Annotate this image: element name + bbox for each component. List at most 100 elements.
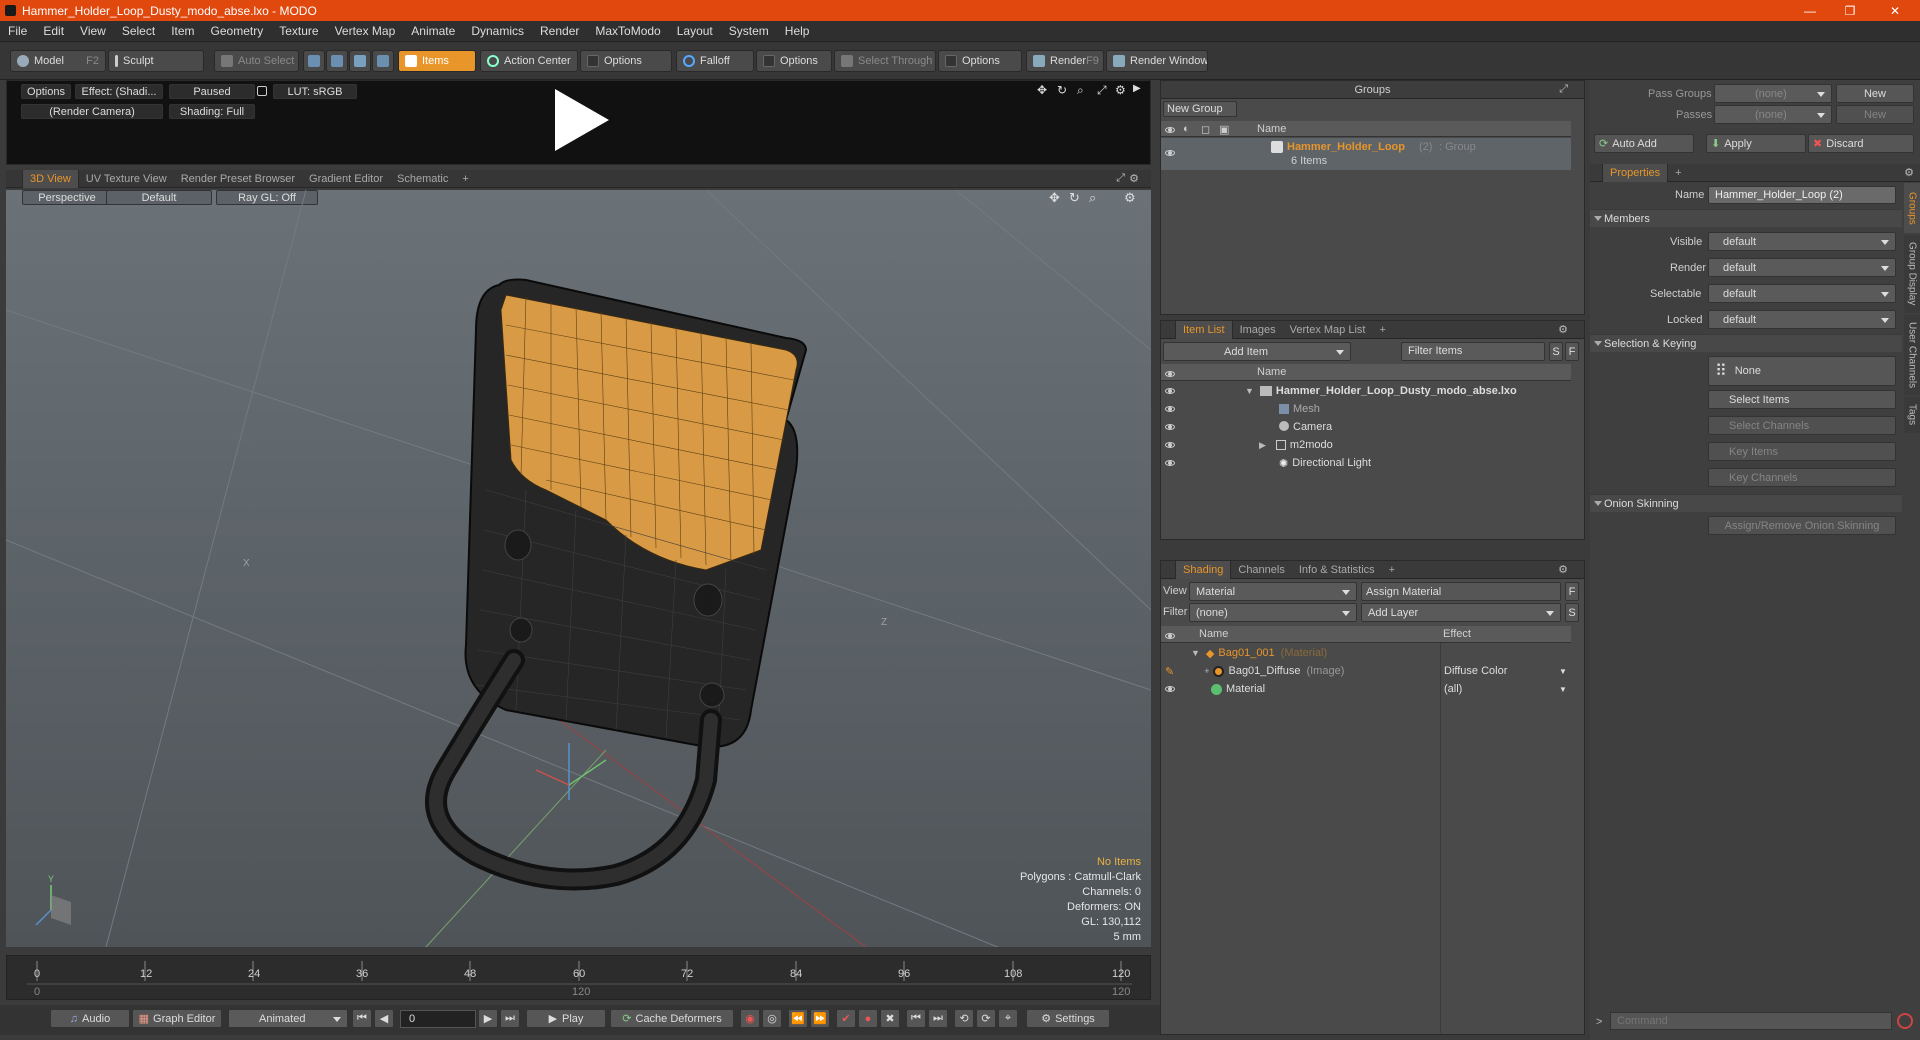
group-row[interactable]: Hammer_Holder_Loop (2) : Group 6 Items xyxy=(1161,138,1571,170)
groups-maximize-icon[interactable]: ⤢ xyxy=(1559,83,1568,96)
go-start-button[interactable]: ⏮ xyxy=(352,1009,372,1028)
tab-channels[interactable]: Channels xyxy=(1231,561,1291,579)
menu-vertex-map[interactable]: Vertex Map xyxy=(327,24,404,38)
properties-gear-icon[interactable]: ⚙ xyxy=(1904,166,1914,179)
auto-key-icon[interactable]: ◎ xyxy=(762,1009,782,1028)
onion-skinning-section[interactable]: Onion Skinning xyxy=(1590,494,1902,512)
shading-gear-icon[interactable]: ⚙ xyxy=(1558,563,1568,576)
tab-properties[interactable]: Properties xyxy=(1602,163,1669,182)
item-eye-icon[interactable] xyxy=(1165,457,1175,469)
render-window-button[interactable]: Render Window xyxy=(1106,50,1208,72)
key-icon[interactable]: ◉ xyxy=(740,1009,760,1028)
edges-mode-button[interactable] xyxy=(326,50,348,72)
apply-button[interactable]: ⬇ Apply xyxy=(1706,134,1806,153)
tab-shading-add[interactable]: + xyxy=(1382,561,1402,579)
tab-images[interactable]: Images xyxy=(1233,321,1283,339)
preview-maximize-icon[interactable]: ⤢ xyxy=(1097,83,1107,98)
preview-camera-dropdown[interactable]: (Render Camera) xyxy=(21,104,163,119)
preview-zoom-icon[interactable]: ⌕ xyxy=(1077,83,1084,98)
frame-input[interactable]: 0 xyxy=(400,1010,476,1028)
preview-shading-dropdown[interactable]: Shading: Full xyxy=(169,104,255,119)
menu-select[interactable]: Select xyxy=(114,24,163,38)
shading-s-button[interactable]: S xyxy=(1565,603,1579,622)
menu-item[interactable]: Item xyxy=(163,24,202,38)
assign-material-button[interactable]: Assign Material xyxy=(1361,582,1561,601)
new-group-button[interactable]: New Group xyxy=(1163,101,1237,117)
menu-edit[interactable]: Edit xyxy=(35,24,72,38)
key-items-button[interactable]: Key Items xyxy=(1708,442,1896,461)
expand-plus-icon[interactable]: + xyxy=(1204,666,1209,676)
preview-options-button[interactable]: Options xyxy=(21,84,71,99)
item-list-gear-icon[interactable]: ⚙ xyxy=(1558,323,1568,336)
menu-help[interactable]: Help xyxy=(777,24,818,38)
item-row-m2modo[interactable]: ▶ m2modo xyxy=(1161,436,1571,454)
auto-select-button[interactable]: Auto Select xyxy=(214,50,299,72)
maximize-button[interactable]: ❐ xyxy=(1830,0,1870,21)
vertices-mode-button[interactable] xyxy=(303,50,325,72)
new-pass-button[interactable]: New xyxy=(1836,105,1914,124)
action-center-button[interactable]: Action Center xyxy=(480,50,578,72)
play-button[interactable]: ▶ Play xyxy=(526,1009,606,1028)
effect-dropdown-arrow[interactable]: ▼ xyxy=(1559,667,1567,676)
timeline[interactable]: 0 12 24 36 48 60 72 84 96 108 120 0 120 … xyxy=(6,955,1151,1000)
shading-f-button[interactable]: F xyxy=(1565,582,1579,601)
tab-item-list-add[interactable]: + xyxy=(1372,321,1392,339)
menu-render[interactable]: Render xyxy=(532,24,587,38)
preview-effect-dropdown[interactable]: Effect: (Shadi... xyxy=(75,84,163,99)
3d-viewport[interactable]: Perspective Default Ray GL: Off ✥ ↻ ⌕ ⚙ xyxy=(6,190,1151,947)
tab-schematic[interactable]: Schematic xyxy=(390,170,455,188)
item-eye-icon[interactable] xyxy=(1165,403,1175,415)
render-button[interactable]: Render F9 xyxy=(1026,50,1104,72)
minimize-button[interactable]: — xyxy=(1790,0,1830,21)
close-button[interactable]: ✕ xyxy=(1875,0,1915,21)
shader-row-material[interactable]: Material (all) ▼ xyxy=(1161,680,1571,698)
name-input[interactable]: Hammer_Holder_Loop (2) xyxy=(1708,186,1896,204)
key-channels-button[interactable]: Key Channels xyxy=(1708,468,1896,487)
auto-add-button[interactable]: ⟳ Auto Add xyxy=(1594,134,1694,153)
select-through-button[interactable]: Select Through xyxy=(834,50,936,72)
lock-icon[interactable] xyxy=(257,86,267,96)
vtab-tags[interactable]: Tags xyxy=(1904,397,1920,433)
expand-arrow-icon[interactable]: ▼ xyxy=(1191,648,1200,658)
animated-dropdown[interactable]: Animated xyxy=(228,1009,348,1028)
item-eye-icon[interactable] xyxy=(1165,385,1175,397)
none-button[interactable]: ⠿ None xyxy=(1708,356,1896,386)
play-icon[interactable] xyxy=(547,85,617,155)
settings-button[interactable]: ⚙ Settings xyxy=(1026,1009,1110,1028)
go-end-button[interactable]: ⏭ xyxy=(500,1009,520,1028)
menu-dynamics[interactable]: Dynamics xyxy=(463,24,532,38)
menu-animate[interactable]: Animate xyxy=(403,24,463,38)
falloff-button[interactable]: Falloff xyxy=(676,50,754,72)
locked-dropdown[interactable]: default xyxy=(1708,310,1896,329)
tab-gradient-editor[interactable]: Gradient Editor xyxy=(302,170,390,188)
preview-lut-dropdown[interactable]: LUT: sRGB xyxy=(273,84,357,99)
tab-properties-add[interactable]: + xyxy=(1668,164,1688,182)
item-eye-icon[interactable] xyxy=(1165,421,1175,433)
shader-eye-icon[interactable] xyxy=(1165,683,1175,695)
item-list-s-button[interactable]: S xyxy=(1549,342,1563,361)
last-key-icon[interactable]: ⏭ xyxy=(928,1009,948,1028)
item-list-f-button[interactable]: F xyxy=(1565,342,1579,361)
command-input[interactable] xyxy=(1610,1012,1892,1030)
tab-info-statistics[interactable]: Info & Statistics xyxy=(1292,561,1382,579)
passes-dropdown[interactable]: (none) xyxy=(1714,105,1832,124)
discard-button[interactable]: ✖ Discard xyxy=(1808,134,1914,153)
shading-filter-dropdown[interactable]: (none) xyxy=(1189,603,1357,622)
add-layer-dropdown[interactable]: Add Layer xyxy=(1361,603,1561,622)
select-items-button[interactable]: Select Items xyxy=(1708,390,1896,409)
preview-move-icon[interactable]: ✥ xyxy=(1037,83,1047,97)
prev-key-icon[interactable]: ⏪ xyxy=(788,1009,808,1028)
menu-layout[interactable]: Layout xyxy=(669,24,721,38)
shading-view-dropdown[interactable]: Material xyxy=(1189,582,1357,601)
collapse-arrow-icon[interactable]: ▶ xyxy=(1259,440,1266,451)
filter-items-input[interactable]: Filter Items xyxy=(1401,342,1545,361)
select-through-options-button[interactable]: Options xyxy=(938,50,1022,72)
tab-add[interactable]: + xyxy=(455,170,475,188)
preview-paused-button[interactable]: Paused xyxy=(169,84,255,99)
tab-vertex-map-list[interactable]: Vertex Map List xyxy=(1283,321,1373,339)
menu-texture[interactable]: Texture xyxy=(271,24,326,38)
members-section[interactable]: Members xyxy=(1590,209,1902,227)
view-maximize-icon[interactable]: ⤢ xyxy=(1116,172,1125,185)
shader-row-bag01-diffuse[interactable]: ✎ + Bag01_Diffuse (Image) Diffuse Color … xyxy=(1161,662,1571,680)
next-key-icon[interactable]: ⏩ xyxy=(810,1009,830,1028)
